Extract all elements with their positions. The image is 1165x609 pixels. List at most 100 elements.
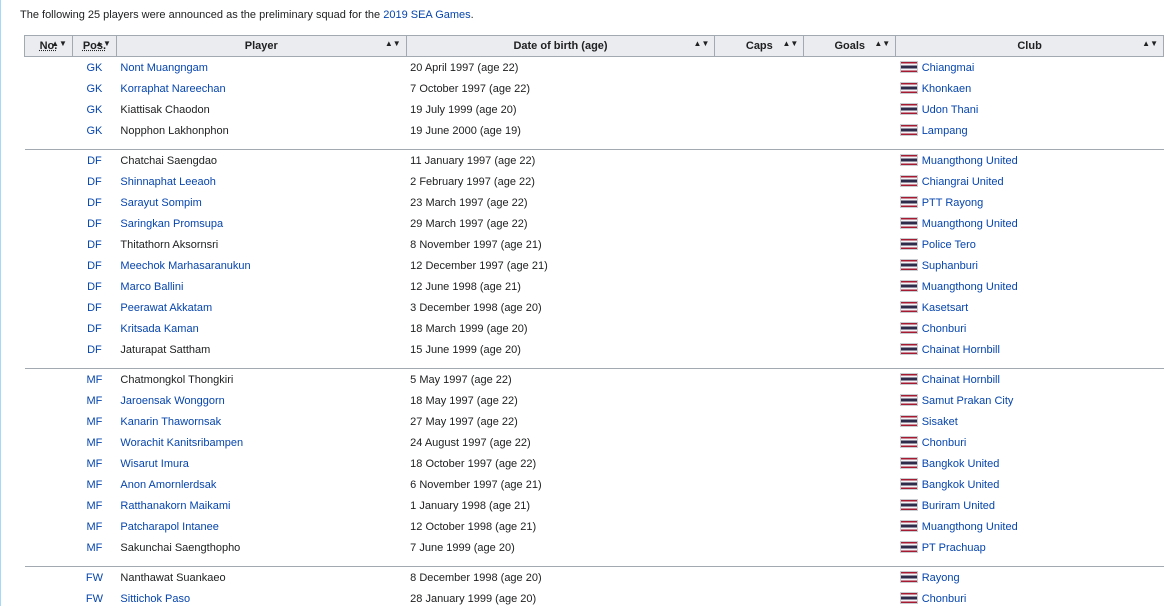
club-link[interactable]: PTT Rayong xyxy=(922,197,984,209)
cell-player[interactable]: Jaroensak Wonggorn xyxy=(116,390,406,411)
club-link[interactable]: Buriram United xyxy=(922,500,995,512)
cell-pos[interactable]: FW xyxy=(72,567,116,589)
club-link[interactable]: Chiangmai xyxy=(922,62,975,74)
cell-player[interactable]: Nont Muangngam xyxy=(116,57,406,79)
club-link[interactable]: Kasetsart xyxy=(922,302,968,314)
club-link[interactable]: Muangthong United xyxy=(922,521,1018,533)
cell-pos[interactable]: DF xyxy=(72,150,116,172)
sea-games-link[interactable]: 2019 SEA Games xyxy=(383,9,470,21)
player-name[interactable]: Kritsada Kaman xyxy=(120,323,198,335)
cell-club[interactable]: Buriram United xyxy=(896,495,1164,516)
cell-club[interactable]: Udon Thani xyxy=(896,99,1164,120)
cell-club[interactable]: Muangthong United xyxy=(896,150,1164,172)
club-link[interactable]: Rayong xyxy=(922,572,960,584)
cell-player[interactable]: Meechok Marhasaranukun xyxy=(116,255,406,276)
cell-pos[interactable]: DF xyxy=(72,255,116,276)
cell-club[interactable]: Chiangmai xyxy=(896,57,1164,79)
cell-club[interactable]: Muangthong United xyxy=(896,276,1164,297)
cell-player[interactable]: Shinnaphat Leeaoh xyxy=(116,171,406,192)
header-goals[interactable]: Goals▲▼ xyxy=(804,36,896,57)
cell-club[interactable]: Chainat Hornbill xyxy=(896,339,1164,360)
cell-player[interactable]: Marco Ballini xyxy=(116,276,406,297)
cell-club[interactable]: PTT Rayong xyxy=(896,192,1164,213)
club-link[interactable]: Muangthong United xyxy=(922,155,1018,167)
cell-pos[interactable]: MF xyxy=(72,495,116,516)
cell-pos[interactable]: DF xyxy=(72,192,116,213)
cell-pos[interactable]: DF xyxy=(72,276,116,297)
player-name[interactable]: Saringkan Promsupa xyxy=(120,218,223,230)
cell-pos[interactable]: DF xyxy=(72,171,116,192)
club-link[interactable]: Muangthong United xyxy=(922,218,1018,230)
player-name[interactable]: Kanarin Thawornsak xyxy=(120,416,221,428)
cell-pos[interactable]: DF xyxy=(72,297,116,318)
cell-club[interactable]: Muangthong United xyxy=(896,516,1164,537)
cell-player[interactable]: Worachit Kanitsribampen xyxy=(116,432,406,453)
cell-club[interactable]: Kasetsart xyxy=(896,297,1164,318)
player-name[interactable]: Shinnaphat Leeaoh xyxy=(120,176,215,188)
club-link[interactable]: PT Prachuap xyxy=(922,542,986,554)
cell-player[interactable]: Patcharapol Intanee xyxy=(116,516,406,537)
cell-pos[interactable]: MF xyxy=(72,453,116,474)
club-link[interactable]: Muangthong United xyxy=(922,281,1018,293)
cell-player[interactable]: Saringkan Promsupa xyxy=(116,213,406,234)
club-link[interactable]: Khonkaen xyxy=(922,83,972,95)
cell-pos[interactable]: DF xyxy=(72,318,116,339)
player-name[interactable]: Peerawat Akkatam xyxy=(120,302,212,314)
cell-club[interactable]: Khonkaen xyxy=(896,78,1164,99)
cell-club[interactable]: Lampang xyxy=(896,120,1164,141)
cell-player[interactable]: Kritsada Kaman xyxy=(116,318,406,339)
club-link[interactable]: Bangkok United xyxy=(922,458,1000,470)
club-link[interactable]: Chiangrai United xyxy=(922,176,1004,188)
cell-pos[interactable]: MF xyxy=(72,432,116,453)
header-caps[interactable]: Caps▲▼ xyxy=(715,36,804,57)
club-link[interactable]: Police Tero xyxy=(922,239,976,251)
player-name[interactable]: Ratthanakorn Maikami xyxy=(120,500,230,512)
cell-player[interactable]: Peerawat Akkatam xyxy=(116,297,406,318)
player-name[interactable]: Wisarut Imura xyxy=(120,458,188,470)
club-link[interactable]: Chainat Hornbill xyxy=(922,374,1000,386)
header-pos[interactable]: Pos.▲▼ xyxy=(72,36,116,57)
header-dob[interactable]: Date of birth (age)▲▼ xyxy=(406,36,715,57)
cell-player[interactable]: Kanarin Thawornsak xyxy=(116,411,406,432)
cell-club[interactable]: PT Prachuap xyxy=(896,537,1164,558)
cell-pos[interactable]: DF xyxy=(72,339,116,360)
club-link[interactable]: Lampang xyxy=(922,125,968,137)
player-name[interactable]: Patcharapol Intanee xyxy=(120,521,218,533)
player-name[interactable]: Sittichok Paso xyxy=(120,593,190,605)
header-no[interactable]: No.▲▼ xyxy=(25,36,73,57)
club-link[interactable]: Bangkok United xyxy=(922,479,1000,491)
cell-club[interactable]: Chonburi xyxy=(896,318,1164,339)
cell-pos[interactable]: MF xyxy=(72,369,116,391)
cell-pos[interactable]: MF xyxy=(72,411,116,432)
player-name[interactable]: Marco Ballini xyxy=(120,281,183,293)
cell-pos[interactable]: GK xyxy=(72,99,116,120)
cell-club[interactable]: Sisaket xyxy=(896,411,1164,432)
cell-pos[interactable]: DF xyxy=(72,234,116,255)
cell-pos[interactable]: DF xyxy=(72,213,116,234)
header-club[interactable]: Club▲▼ xyxy=(896,36,1164,57)
club-link[interactable]: Suphanburi xyxy=(922,260,978,272)
club-link[interactable]: Sisaket xyxy=(922,416,958,428)
club-link[interactable]: Chainat Hornbill xyxy=(922,344,1000,356)
header-player[interactable]: Player▲▼ xyxy=(116,36,406,57)
cell-club[interactable]: Muangthong United xyxy=(896,213,1164,234)
cell-player[interactable]: Ratthanakorn Maikami xyxy=(116,495,406,516)
cell-club[interactable]: Chiangrai United xyxy=(896,171,1164,192)
cell-club[interactable]: Bangkok United xyxy=(896,453,1164,474)
player-name[interactable]: Sarayut Sompim xyxy=(120,197,201,209)
cell-club[interactable]: Bangkok United xyxy=(896,474,1164,495)
club-link[interactable]: Chonburi xyxy=(922,323,967,335)
cell-club[interactable]: Suphanburi xyxy=(896,255,1164,276)
cell-pos[interactable]: MF xyxy=(72,390,116,411)
club-link[interactable]: Udon Thani xyxy=(922,104,979,116)
cell-club[interactable]: Chonburi xyxy=(896,432,1164,453)
cell-pos[interactable]: GK xyxy=(72,78,116,99)
player-name[interactable]: Anon Amornlerdsak xyxy=(120,479,216,491)
player-name[interactable]: Meechok Marhasaranukun xyxy=(120,260,250,272)
cell-pos[interactable]: MF xyxy=(72,474,116,495)
cell-player[interactable]: Korraphat Nareechan xyxy=(116,78,406,99)
cell-player[interactable]: Wisarut Imura xyxy=(116,453,406,474)
cell-club[interactable]: Samut Prakan City xyxy=(896,390,1164,411)
cell-pos[interactable]: MF xyxy=(72,537,116,558)
cell-player[interactable]: Sarayut Sompim xyxy=(116,192,406,213)
